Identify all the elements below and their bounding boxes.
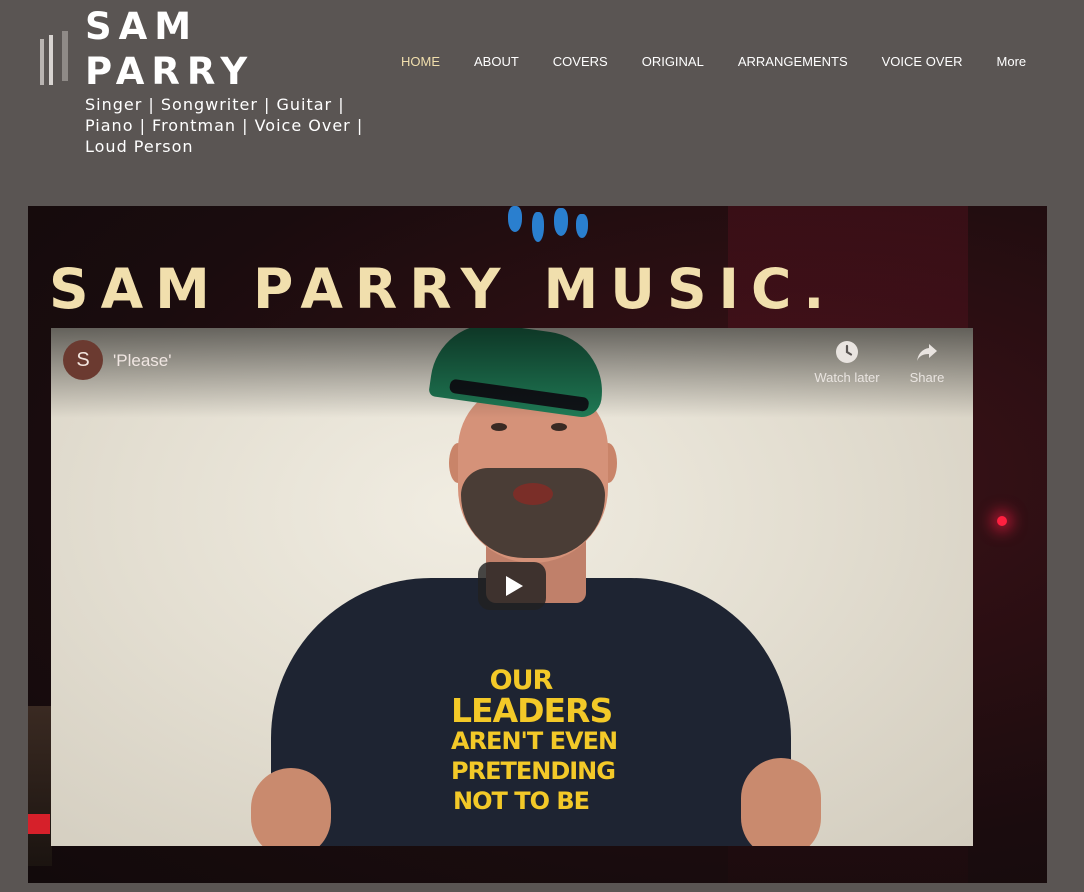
nav-arrangements[interactable]: ARRANGEMENTS	[721, 52, 865, 72]
channel-avatar[interactable]: S	[63, 340, 103, 380]
share-label: Share	[909, 370, 945, 385]
nav-more[interactable]: More	[980, 52, 1044, 72]
site-tagline: Singer | Songwriter | Guitar | Piano | F…	[85, 95, 364, 156]
logo-icon[interactable]	[40, 31, 70, 85]
site-header: SAM PARRY Singer | Songwriter | Guitar |…	[0, 0, 1084, 206]
play-button[interactable]	[478, 562, 546, 610]
site-name-line2[interactable]: PARRY	[85, 49, 325, 94]
hero-title: SAM PARRY MUSIC.	[49, 257, 837, 321]
crowd-background	[28, 706, 52, 866]
clock-icon	[836, 341, 858, 363]
hero-section: SAM PARRY MUSIC. OUR LEADERS AREN'T EVEN…	[28, 206, 1047, 883]
site-name[interactable]: SAM PARRY	[85, 4, 325, 94]
nav-voice-over[interactable]: VOICE OVER	[865, 52, 980, 72]
watch-later-label: Watch later	[814, 370, 880, 385]
nav-home[interactable]: HOME	[384, 52, 457, 72]
shirt-slogan: OUR LEADERS AREN'T EVEN PRETENDING NOT T…	[451, 665, 618, 816]
nav-covers[interactable]: COVERS	[536, 52, 625, 72]
nav-original[interactable]: ORIGINAL	[625, 52, 721, 72]
video-player[interactable]: OUR LEADERS AREN'T EVEN PRETENDING NOT T…	[51, 328, 973, 846]
video-title[interactable]: 'Please'	[113, 351, 171, 371]
watch-later-button[interactable]: Watch later	[807, 340, 887, 385]
stage-light-dot	[997, 516, 1007, 526]
share-arrow-icon	[917, 344, 937, 361]
nav-about[interactable]: ABOUT	[457, 52, 536, 72]
share-button[interactable]: Share	[887, 340, 967, 385]
main-nav: HOME ABOUT COVERS ORIGINAL ARRANGEMENTS …	[384, 52, 1043, 72]
play-icon	[505, 576, 523, 596]
site-name-line1[interactable]: SAM	[85, 4, 325, 49]
